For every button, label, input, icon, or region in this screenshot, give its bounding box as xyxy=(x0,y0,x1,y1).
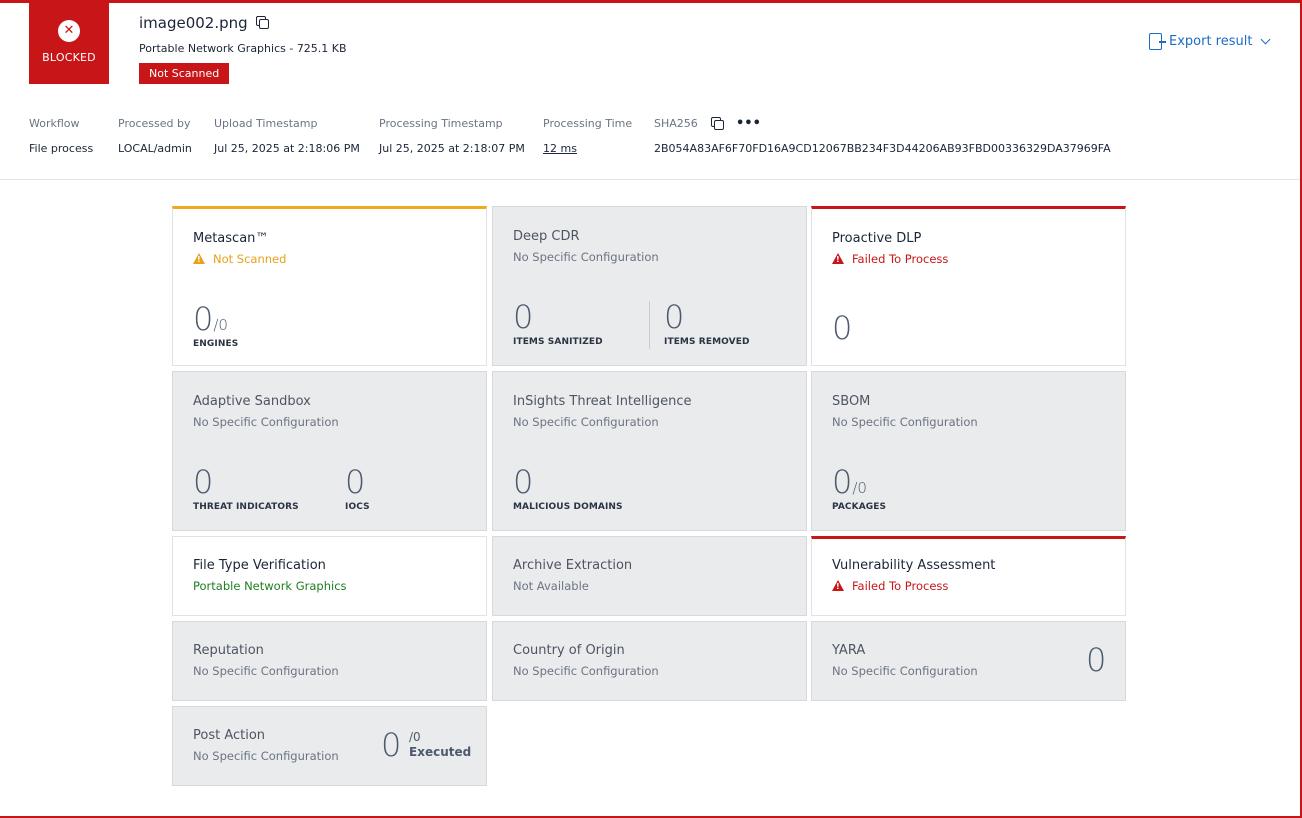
card-title: File Type Verification xyxy=(193,558,326,573)
packages-count-value: 0 xyxy=(832,463,853,501)
card-status: Failed To Process xyxy=(832,252,948,266)
processing-timestamp-label: Processing Timestamp xyxy=(379,117,503,130)
post-action-executed: /0 Executed xyxy=(409,730,471,760)
warning-icon xyxy=(832,580,844,591)
file-type-size: Portable Network Graphics - 725.1 KB xyxy=(139,42,347,55)
card-title: Metascan™ xyxy=(193,231,269,246)
post-action-total: /0 xyxy=(409,730,421,744)
card-status: No Specific Configuration xyxy=(193,415,339,429)
card-deep-cdr[interactable]: Deep CDR No Specific Configuration 0 ITE… xyxy=(492,206,807,366)
card-yara[interactable]: YARA No Specific Configuration 0 xyxy=(811,621,1126,701)
processed-by-label: Processed by xyxy=(118,117,191,130)
engines-count-value: 0 xyxy=(193,300,214,338)
card-sbom[interactable]: SBOM No Specific Configuration 0/0 PACKA… xyxy=(811,371,1126,531)
card-reputation[interactable]: Reputation No Specific Configuration xyxy=(172,621,487,701)
items-removed-label: ITEMS REMOVED xyxy=(664,337,750,347)
items-removed-count: 0 xyxy=(664,298,685,336)
top-border xyxy=(0,0,1302,3)
export-document-icon xyxy=(1149,33,1166,50)
card-title: SBOM xyxy=(832,394,871,409)
items-sanitized-count: 0 xyxy=(513,298,534,336)
card-archive-extraction[interactable]: Archive Extraction Not Available xyxy=(492,536,807,616)
engines-total: /0 xyxy=(213,316,228,334)
card-status: No Specific Configuration xyxy=(513,415,659,429)
card-title: Post Action xyxy=(193,728,266,743)
processed-by-value: LOCAL/admin xyxy=(118,142,192,155)
copy-sha-icon[interactable] xyxy=(711,117,724,130)
warning-icon xyxy=(832,253,844,264)
more-options-icon[interactable]: ••• xyxy=(736,116,761,131)
items-sanitized-label: ITEMS SANITIZED xyxy=(513,337,603,347)
card-status: Failed To Process xyxy=(832,579,948,593)
upload-timestamp-value: Jul 25, 2025 at 2:18:06 PM xyxy=(214,142,360,155)
warning-icon xyxy=(193,253,205,264)
card-status: Not Available xyxy=(513,579,589,593)
post-action-unit: Executed xyxy=(409,745,472,759)
card-status: No Specific Configuration xyxy=(513,664,659,678)
packages-label: PACKAGES xyxy=(832,502,887,512)
card-title: Archive Extraction xyxy=(513,558,633,573)
card-title: Vulnerability Assessment xyxy=(832,558,996,573)
card-status: No Specific Configuration xyxy=(832,415,978,429)
processing-time-link[interactable]: 12 ms xyxy=(543,142,577,155)
post-action-count: 0 xyxy=(381,726,402,764)
export-result-label: Export result xyxy=(1169,34,1253,49)
stat-divider xyxy=(649,301,650,349)
card-title: Country of Origin xyxy=(513,643,625,658)
card-status-text: Failed To Process xyxy=(852,252,949,266)
threat-indicators-label: THREAT INDICATORS xyxy=(193,502,299,512)
engines-count: 0/0 xyxy=(193,300,228,338)
dlp-count: 0 xyxy=(832,309,853,347)
export-result-button[interactable]: Export result xyxy=(1149,33,1271,50)
chevron-down-icon xyxy=(1261,34,1271,44)
card-status: No Specific Configuration xyxy=(513,250,659,264)
yara-count: 0 xyxy=(1086,641,1107,679)
file-name-row: image002.png xyxy=(139,14,269,32)
card-status-text: Not Scanned xyxy=(213,252,287,266)
card-status: No Specific Configuration xyxy=(832,664,978,678)
processing-timestamp-value: Jul 25, 2025 at 2:18:07 PM xyxy=(379,142,525,155)
workflow-label: Workflow xyxy=(29,117,80,130)
card-title: Reputation xyxy=(193,643,264,658)
card-status: Not Scanned xyxy=(193,252,286,266)
upload-timestamp-label: Upload Timestamp xyxy=(214,117,318,130)
iocs-label: IOCS xyxy=(345,502,370,512)
workflow-value: File process xyxy=(29,142,94,155)
scan-status-badge: Not Scanned xyxy=(139,63,230,84)
sha256-label: SHA256 xyxy=(654,117,698,130)
processing-time-label: Processing Time xyxy=(543,117,633,130)
card-status: Portable Network Graphics xyxy=(193,579,347,593)
blocked-status-tile: ✕ BLOCKED xyxy=(29,3,109,84)
malicious-domains-count: 0 xyxy=(513,463,534,501)
card-title: Deep CDR xyxy=(513,229,580,244)
card-proactive-dlp[interactable]: Proactive DLP Failed To Process 0 xyxy=(811,206,1126,366)
card-title: Proactive DLP xyxy=(832,231,922,246)
card-title: YARA xyxy=(832,643,866,658)
card-insights-threat-intelligence[interactable]: InSights Threat Intelligence No Specific… xyxy=(492,371,807,531)
header-divider xyxy=(0,179,1300,180)
card-country-of-origin[interactable]: Country of Origin No Specific Configurat… xyxy=(492,621,807,701)
card-status-text: Failed To Process xyxy=(852,579,949,593)
close-circle-icon: ✕ xyxy=(58,20,80,42)
card-metascan[interactable]: Metascan™ Not Scanned 0/0 ENGINES xyxy=(172,206,487,366)
malicious-domains-label: MALICIOUS DOMAINS xyxy=(513,502,623,512)
card-file-type-verification[interactable]: File Type Verification Portable Network … xyxy=(172,536,487,616)
engines-label: ENGINES xyxy=(193,339,239,349)
file-name: image002.png xyxy=(139,14,248,32)
card-title: Adaptive Sandbox xyxy=(193,394,311,409)
card-post-action[interactable]: Post Action No Specific Configuration 0 … xyxy=(172,706,487,786)
card-title: InSights Threat Intelligence xyxy=(513,394,692,409)
packages-total: /0 xyxy=(852,479,867,497)
card-status: No Specific Configuration xyxy=(193,664,339,678)
sha256-value: 2B054A83AF6F70FD16A9CD12067BB234F3D44206… xyxy=(654,142,1111,155)
copy-icon[interactable] xyxy=(255,16,269,29)
card-status: No Specific Configuration xyxy=(193,749,339,763)
threat-indicators-count: 0 xyxy=(193,463,214,501)
card-vulnerability-assessment[interactable]: Vulnerability Assessment Failed To Proce… xyxy=(811,536,1126,616)
packages-count: 0/0 xyxy=(832,463,867,501)
blocked-label: BLOCKED xyxy=(42,51,96,64)
iocs-count: 0 xyxy=(345,463,366,501)
card-adaptive-sandbox[interactable]: Adaptive Sandbox No Specific Configurati… xyxy=(172,371,487,531)
